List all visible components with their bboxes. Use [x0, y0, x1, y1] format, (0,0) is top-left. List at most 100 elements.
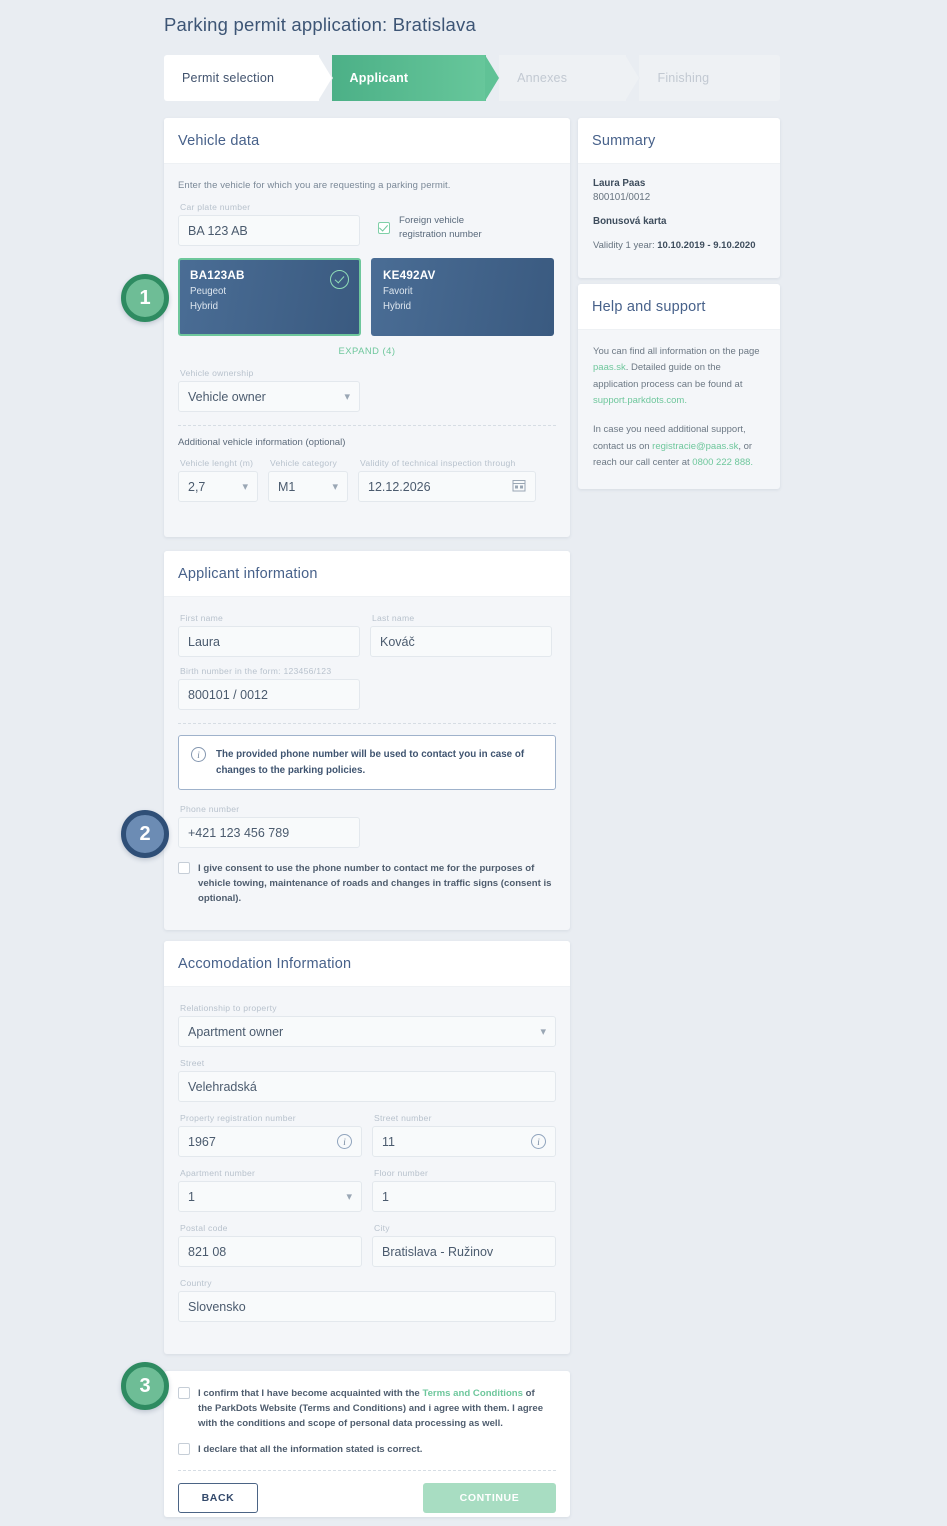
last-name-input[interactable]: Kováč: [370, 626, 552, 657]
street-number-value: 11: [382, 1134, 395, 1149]
phone-number-label: Phone number: [180, 804, 240, 815]
inspection-label: Validity of technical inspection through: [360, 458, 516, 468]
summary-card-name: Bonusová karta: [593, 216, 667, 227]
vehicle-hint: Enter the vehicle for which you are requ…: [178, 180, 451, 191]
city-input[interactable]: Bratislava - Ružinov: [372, 1236, 556, 1267]
continue-button[interactable]: CONTINUE: [423, 1483, 556, 1514]
vehicle-category-select[interactable]: M1 ▾: [268, 471, 348, 502]
floor-number-label: Floor number: [374, 1168, 429, 1178]
relationship-value: Apartment owner: [188, 1024, 284, 1039]
stepper: Permit selection Applicant Annexes Finis…: [164, 55, 780, 101]
summary-validity-value: 10.10.2019 - 9.10.2020: [657, 240, 756, 251]
calendar-icon[interactable]: [512, 478, 526, 495]
relationship-select[interactable]: Apartment owner ▾: [178, 1016, 556, 1047]
terms-consent-checkbox[interactable]: [178, 1387, 190, 1399]
declare-consent-row[interactable]: I declare that all the information state…: [178, 1442, 556, 1458]
foreign-vehicle-checkbox[interactable]: [378, 222, 390, 235]
vehicle-card-selected[interactable]: BA123AB Peugeot Hybrid: [178, 258, 361, 336]
vehicle-data-header: Vehicle data: [164, 118, 570, 164]
phone-consent-row[interactable]: I give consent to use the phone number t…: [178, 862, 556, 907]
vehicle-category-value: M1: [278, 479, 296, 494]
step-finishing[interactable]: Finishing: [626, 55, 780, 101]
floor-number-value: 1: [382, 1189, 389, 1204]
vehicle-data-body: Enter the vehicle for which you are requ…: [164, 164, 570, 518]
back-button[interactable]: BACK: [178, 1483, 258, 1514]
apartment-number-select[interactable]: 1 ▾: [178, 1181, 362, 1212]
support-parkdots-link[interactable]: support.parkdots.com: [593, 395, 684, 406]
birth-number-value: 800101 / 0012: [188, 687, 268, 702]
vehicle-make: Peugeot: [190, 286, 227, 297]
country-value: Slovensko: [188, 1299, 246, 1314]
accommodation-header: Accomodation Information: [164, 941, 570, 987]
step-applicant[interactable]: Applicant: [318, 55, 499, 101]
summary-validity: Validity 1 year: 10.10.2019 - 9.10.2020: [593, 240, 765, 251]
street-input[interactable]: Velehradská: [178, 1071, 556, 1102]
help-body: You can find all information on the page…: [578, 330, 780, 485]
applicant-information-body: First name Laura Last name Kováč Birth n…: [164, 597, 570, 923]
vehicle-card[interactable]: KE492AV Favorit Hybrid: [371, 258, 554, 336]
birth-number-label: Birth number in the form: 123456/123: [180, 666, 332, 676]
vehicle-plate: BA123AB: [190, 269, 245, 282]
help-and-support-card: Help and support You can find all inform…: [578, 284, 780, 489]
city-value: Bratislava - Ružinov: [382, 1244, 494, 1259]
inspection-date-value: 12.12.2026: [368, 479, 431, 494]
vehicle-data-title: Vehicle data: [178, 132, 260, 149]
declare-consent-checkbox[interactable]: [178, 1442, 190, 1455]
vehicle-ownership-select[interactable]: Vehicle owner ▾: [178, 381, 360, 412]
info-icon[interactable]: i: [531, 1134, 546, 1149]
step-label: Finishing: [657, 71, 710, 85]
postal-code-input[interactable]: 821 08: [178, 1236, 362, 1267]
country-input[interactable]: Slovensko: [178, 1291, 556, 1322]
help-p2-c: .: [750, 456, 754, 468]
floor-number-input[interactable]: 1: [372, 1181, 556, 1212]
help-paragraph-2: In case you need additional support, con…: [593, 422, 765, 471]
step-annexes[interactable]: Annexes: [486, 55, 640, 101]
step-permit-selection[interactable]: Permit selection: [164, 55, 332, 101]
property-registration-input[interactable]: 1967 i: [178, 1126, 362, 1157]
vehicle-category-label: Vehicle category: [270, 458, 338, 468]
country-label: Country: [180, 1278, 212, 1288]
foreign-vehicle-label: Foreign vehicle registration number: [399, 215, 482, 241]
apartment-row: Apartment number 1 ▾ Floor number 1: [178, 1168, 556, 1212]
street-number-input[interactable]: 11 i: [372, 1126, 556, 1157]
call-center-number-link[interactable]: 0800 222 888: [692, 457, 750, 468]
last-name-value: Kováč: [380, 634, 415, 649]
additional-info-label: Additional vehicle information (optional…: [178, 437, 346, 448]
vehicle-ownership-label: Vehicle ownership: [180, 368, 254, 378]
paas-sk-link[interactable]: paas.sk: [593, 362, 626, 373]
accommodation-body: Relationship to property Apartment owner…: [164, 987, 570, 1338]
check-circle-icon: [330, 270, 349, 289]
apartment-number-value: 1: [188, 1189, 195, 1204]
terms-and-conditions-link[interactable]: Terms and Conditions: [422, 1388, 523, 1399]
terms-consent-label: I confirm that I have become acquainted …: [198, 1387, 550, 1432]
registracie-email-link[interactable]: registracie@paas.sk: [652, 441, 738, 452]
divider: [178, 723, 556, 724]
phone-consent-label: I give consent to use the phone number t…: [198, 863, 552, 905]
phone-consent-checkbox[interactable]: [178, 862, 190, 875]
step-label: Permit selection: [182, 71, 275, 85]
vehicle-length-value: 2,7: [188, 479, 206, 494]
car-plate-input[interactable]: BA 123 AB: [178, 215, 360, 246]
terms-consent-row[interactable]: I confirm that I have become acquainted …: [178, 1387, 556, 1432]
summary-header: Summary: [578, 118, 780, 164]
vehicle-length-select[interactable]: 2,7 ▾: [178, 471, 258, 502]
accommodation-title: Accomodation Information: [178, 955, 352, 972]
chevron-down-icon: ▾: [344, 391, 350, 403]
inspection-date-input[interactable]: 12.12.2026: [358, 471, 536, 502]
first-name-input[interactable]: Laura: [178, 626, 360, 657]
property-registration-label: Property registration number: [180, 1113, 296, 1123]
info-icon[interactable]: i: [337, 1134, 352, 1149]
car-plate-value: BA 123 AB: [188, 223, 248, 238]
expand-vehicles-link[interactable]: EXPAND (4): [178, 345, 556, 356]
phone-number-input[interactable]: +421 123 456 789: [178, 817, 360, 849]
postal-code-label: Postal code: [180, 1223, 228, 1233]
vehicle-fuel: Hybrid: [190, 301, 218, 312]
help-header: Help and support: [578, 284, 780, 330]
phone-number-value: +421 123 456 789: [188, 825, 290, 840]
city-label: City: [374, 1223, 390, 1233]
info-icon: i: [191, 747, 206, 762]
chevron-down-icon: ▾: [332, 481, 338, 493]
birth-number-input[interactable]: 800101 / 0012: [178, 679, 360, 710]
summary-birth-number: 800101/0012: [593, 192, 651, 203]
summary-body: Laura Paas 800101/0012 Bonusová karta Va…: [578, 164, 780, 265]
